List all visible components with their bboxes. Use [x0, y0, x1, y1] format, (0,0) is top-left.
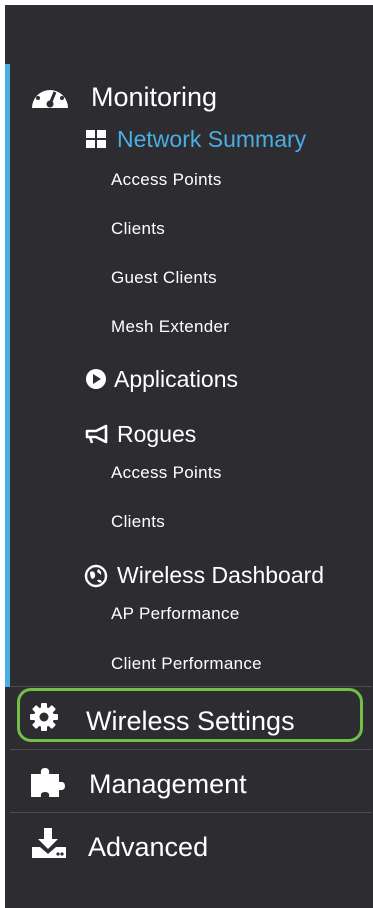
menu-rogues-clients[interactable]: Clients [111, 512, 165, 532]
menu-monitoring[interactable]: Monitoring [91, 82, 217, 113]
menu-advanced[interactable]: Advanced [88, 832, 208, 863]
menu-divider [10, 749, 372, 750]
menu-wireless-settings[interactable]: Wireless Settings [86, 706, 295, 737]
menu-rogues[interactable]: Rogues [117, 421, 196, 448]
megaphone-icon [84, 423, 110, 445]
menu-network-summary-clients[interactable]: Clients [111, 219, 165, 239]
menu-network-summary[interactable]: Network Summary [117, 126, 306, 153]
menu-divider [10, 812, 372, 813]
menu-applications[interactable]: Applications [114, 366, 238, 393]
menu-network-summary-mesh-extender[interactable]: Mesh Extender [111, 317, 229, 337]
menu-ap-performance[interactable]: AP Performance [111, 604, 240, 624]
download-icon [31, 827, 67, 859]
menu-rogues-access-points[interactable]: Access Points [111, 463, 222, 483]
play-circle-icon [85, 368, 107, 390]
menu-wireless-dashboard[interactable]: Wireless Dashboard [117, 562, 324, 589]
grid-icon [86, 130, 106, 148]
menu-network-summary-access-points[interactable]: Access Points [111, 170, 222, 190]
gear-icon [29, 702, 59, 732]
dashboard-gauge-icon [28, 78, 72, 114]
active-section-indicator [5, 64, 10, 687]
menu-network-summary-guest-clients[interactable]: Guest Clients [111, 268, 217, 288]
globe-icon [84, 564, 108, 588]
puzzle-icon [29, 766, 69, 798]
menu-client-performance[interactable]: Client Performance [111, 654, 262, 674]
menu-divider [10, 686, 372, 687]
menu-management[interactable]: Management [89, 769, 247, 800]
